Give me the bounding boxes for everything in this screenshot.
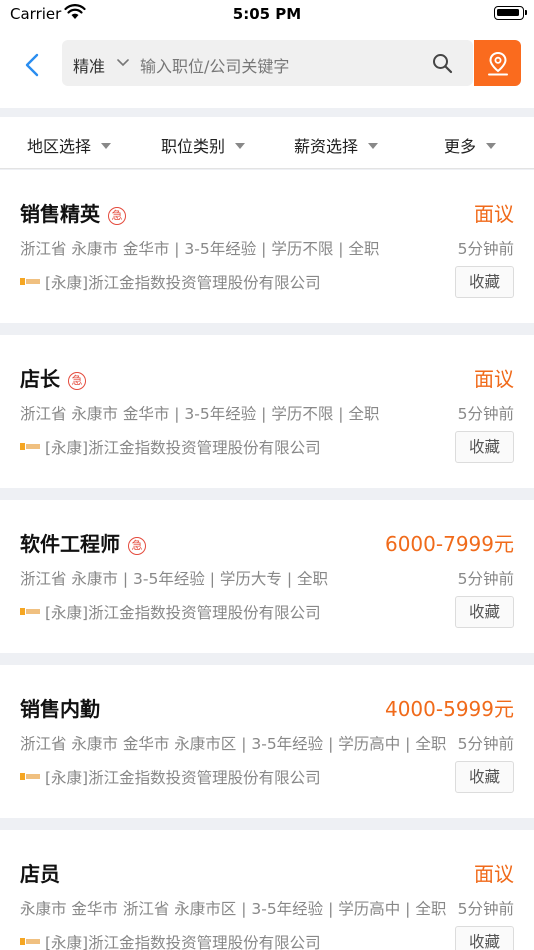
filter-region[interactable]: 地区选择 <box>27 133 112 157</box>
job-salary: 4000-5999元 <box>384 697 514 721</box>
job-card[interactable]: 销售精英急 面议 浙江省 永康市 金华市 | 3-5年经验 | 学历不限 | 全… <box>0 170 534 323</box>
company-logo-icon <box>20 443 40 450</box>
company-name: [永康]浙江金指数投资管理股份有限公司 <box>45 604 321 622</box>
location-button[interactable] <box>474 40 521 86</box>
job-title: 店长急 <box>20 363 86 392</box>
caret-down-icon <box>486 142 497 149</box>
caret-down-icon <box>101 142 112 149</box>
status-bar: Carrier 5:05 PM <box>0 0 534 30</box>
job-posted-time: 5分钟前 <box>457 735 514 753</box>
search-input[interactable]: 输入职位/公司关键字 <box>140 53 289 77</box>
filter-more[interactable]: 更多 <box>444 133 497 157</box>
search-bar[interactable]: 精准 输入职位/公司关键字 <box>62 40 473 86</box>
job-title: 店员 <box>20 862 60 886</box>
job-card[interactable]: 店长急 面议 浙江省 永康市 金华市 | 3-5年经验 | 学历不限 | 全职 … <box>0 335 534 488</box>
job-salary: 面议 <box>474 367 514 391</box>
job-meta: 浙江省 永康市 金华市 | 3-5年经验 | 学历不限 | 全职 <box>20 405 380 423</box>
location-pin-icon <box>488 51 508 76</box>
filter-salary[interactable]: 薪资选择 <box>294 133 379 157</box>
chevron-down-icon[interactable] <box>116 58 130 68</box>
job-posted-time: 5分钟前 <box>457 570 514 588</box>
job-salary: 面议 <box>474 862 514 886</box>
job-meta: 永康市 金华市 浙江省 永康市区 | 3-5年经验 | 学历高中 | 全职 <box>20 900 447 918</box>
company-name: [永康]浙江金指数投资管理股份有限公司 <box>45 934 321 950</box>
job-title: 软件工程师急 <box>20 528 146 557</box>
job-meta: 浙江省 永康市 金华市 永康市区 | 3-5年经验 | 学历高中 | 全职 <box>20 735 447 753</box>
company-logo-icon <box>20 773 40 780</box>
job-salary: 6000-7999元 <box>384 532 514 556</box>
filter-bar: 地区选择 职位类别 薪资选择 更多 <box>0 117 534 169</box>
company-name: [永康]浙江金指数投资管理股份有限公司 <box>45 769 321 787</box>
filter-job-category[interactable]: 职位类别 <box>161 133 246 157</box>
job-title: 销售精英急 <box>20 198 126 227</box>
urgent-icon: 急 <box>128 537 146 555</box>
company-logo-icon <box>20 938 40 945</box>
favorite-button[interactable]: 收藏 <box>455 431 514 463</box>
favorite-button[interactable]: 收藏 <box>455 596 514 628</box>
search-header: 精准 输入职位/公司关键字 <box>0 30 534 108</box>
job-posted-time: 5分钟前 <box>457 900 514 918</box>
urgent-icon: 急 <box>108 207 126 225</box>
search-mode-selector[interactable]: 精准 <box>73 53 105 77</box>
company-logo-icon <box>20 278 40 285</box>
company-logo-icon <box>20 608 40 615</box>
favorite-button[interactable]: 收藏 <box>455 926 514 950</box>
caret-down-icon <box>235 142 246 149</box>
job-posted-time: 5分钟前 <box>457 240 514 258</box>
company-name: [永康]浙江金指数投资管理股份有限公司 <box>45 439 321 457</box>
job-salary: 面议 <box>474 202 514 226</box>
job-card[interactable]: 软件工程师急 6000-7999元 浙江省 永康市 | 3-5年经验 | 学历大… <box>0 500 534 653</box>
search-icon[interactable] <box>432 53 453 74</box>
urgent-icon: 急 <box>68 372 86 390</box>
job-card[interactable]: 销售内勤 4000-5999元 浙江省 永康市 金华市 永康市区 | 3-5年经… <box>0 665 534 818</box>
caret-down-icon <box>368 142 379 149</box>
job-title: 销售内勤 <box>20 697 100 721</box>
battery-icon <box>494 6 527 20</box>
favorite-button[interactable]: 收藏 <box>455 761 514 793</box>
favorite-button[interactable]: 收藏 <box>455 266 514 298</box>
company-name: [永康]浙江金指数投资管理股份有限公司 <box>45 274 321 292</box>
job-card[interactable]: 店员 面议 永康市 金华市 浙江省 永康市区 | 3-5年经验 | 学历高中 |… <box>0 830 534 950</box>
back-chevron-icon[interactable] <box>18 52 48 78</box>
job-meta: 浙江省 永康市 | 3-5年经验 | 学历大专 | 全职 <box>20 570 328 588</box>
clock: 5:05 PM <box>232 5 302 23</box>
job-meta: 浙江省 永康市 金华市 | 3-5年经验 | 学历不限 | 全职 <box>20 240 380 258</box>
job-posted-time: 5分钟前 <box>457 405 514 423</box>
